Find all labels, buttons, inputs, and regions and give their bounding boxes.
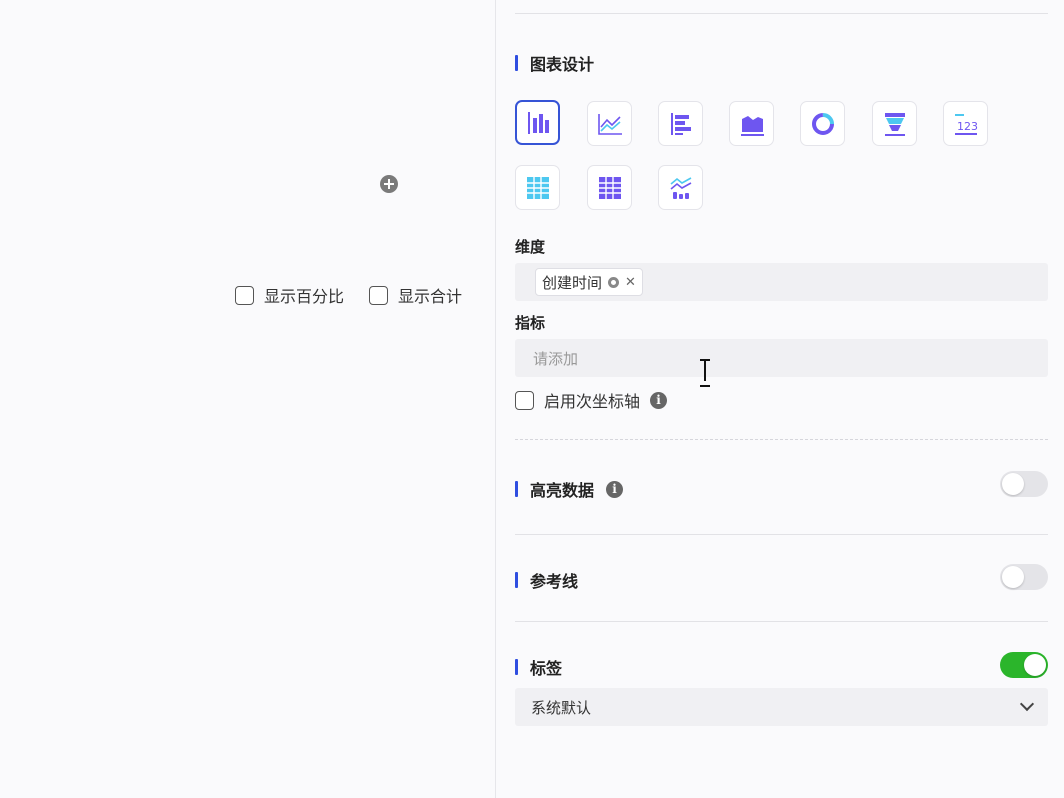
- section-accent-bar: [515, 659, 518, 675]
- section-divider: [515, 439, 1048, 440]
- reference-line-header: 参考线: [515, 568, 578, 592]
- data-label-select-value: 系统默认: [531, 699, 592, 717]
- secondary-axis-option[interactable]: 启用次坐标轴 i: [515, 388, 668, 412]
- secondary-axis-label: 启用次坐标轴: [544, 392, 641, 411]
- metric-placeholder: 请添加: [533, 350, 579, 368]
- column-chart-icon[interactable]: [515, 100, 560, 145]
- add-icon[interactable]: [380, 175, 398, 193]
- secondary-axis-checkbox[interactable]: [515, 390, 534, 410]
- gear-icon[interactable]: [608, 276, 620, 288]
- chart-design-title: 图表设计: [530, 55, 595, 74]
- pivot-table-icon[interactable]: [587, 165, 632, 210]
- show-percent-option[interactable]: 显示百分比: [235, 283, 344, 307]
- show-total-label: 显示合计: [398, 287, 463, 306]
- dimension-field[interactable]: 创建时间 ✕: [515, 263, 1048, 301]
- section-divider: [515, 534, 1048, 535]
- reference-line-toggle[interactable]: [1000, 564, 1048, 590]
- section-accent-bar: [515, 572, 518, 588]
- donut-chart-icon[interactable]: [800, 101, 845, 146]
- metric-field[interactable]: 请添加: [515, 339, 1048, 377]
- settings-panel: 图表设计 123 维度 创建时间 ✕ 指标 请添加 启用次坐标轴 i 高亮数据 …: [515, 0, 1048, 798]
- text-cursor-icon: [700, 359, 710, 387]
- show-percent-label: 显示百分比: [264, 287, 345, 306]
- svg-text:123: 123: [957, 120, 978, 133]
- highlight-title: 高亮数据: [530, 481, 595, 500]
- highlight-toggle[interactable]: [1000, 471, 1048, 497]
- funnel-chart-icon[interactable]: [872, 101, 917, 146]
- data-label-header: 标签: [515, 655, 562, 679]
- area-chart-icon[interactable]: [729, 101, 774, 146]
- table-icon[interactable]: [515, 165, 560, 210]
- bar-chart-icon[interactable]: [658, 101, 703, 146]
- chevron-down-icon: [1019, 696, 1035, 712]
- section-divider: [515, 621, 1048, 622]
- info-icon[interactable]: i: [606, 480, 624, 498]
- show-total-checkbox[interactable]: [369, 285, 388, 305]
- section-accent-bar: [515, 481, 518, 497]
- toggle-knob: [1002, 566, 1024, 588]
- data-label-toggle[interactable]: [1000, 652, 1048, 678]
- statistic-number-icon[interactable]: 123: [943, 101, 988, 146]
- dimension-tag[interactable]: 创建时间 ✕: [535, 268, 643, 296]
- dimension-tag-label: 创建时间: [542, 273, 603, 292]
- show-total-option[interactable]: 显示合计: [369, 283, 462, 307]
- data-label-title: 标签: [530, 659, 563, 678]
- chart-preview-area: 显示百分比 显示合计: [0, 0, 495, 798]
- show-percent-checkbox[interactable]: [235, 285, 254, 305]
- close-icon[interactable]: ✕: [625, 275, 636, 290]
- section-accent-bar: [515, 55, 518, 71]
- data-label-select[interactable]: 系统默认: [515, 688, 1048, 726]
- info-icon[interactable]: i: [650, 391, 668, 409]
- combo-chart-icon[interactable]: [658, 165, 703, 210]
- metric-label: 指标: [515, 314, 546, 332]
- chart-design-header: 图表设计: [515, 51, 594, 75]
- top-divider: [515, 13, 1048, 14]
- line-chart-icon[interactable]: [587, 101, 632, 146]
- dimension-label: 维度: [515, 238, 546, 256]
- highlight-header: 高亮数据 i: [515, 477, 624, 501]
- toggle-knob: [1024, 654, 1046, 676]
- reference-line-title: 参考线: [530, 572, 579, 591]
- toggle-knob: [1002, 473, 1024, 495]
- panel-divider: [495, 0, 496, 798]
